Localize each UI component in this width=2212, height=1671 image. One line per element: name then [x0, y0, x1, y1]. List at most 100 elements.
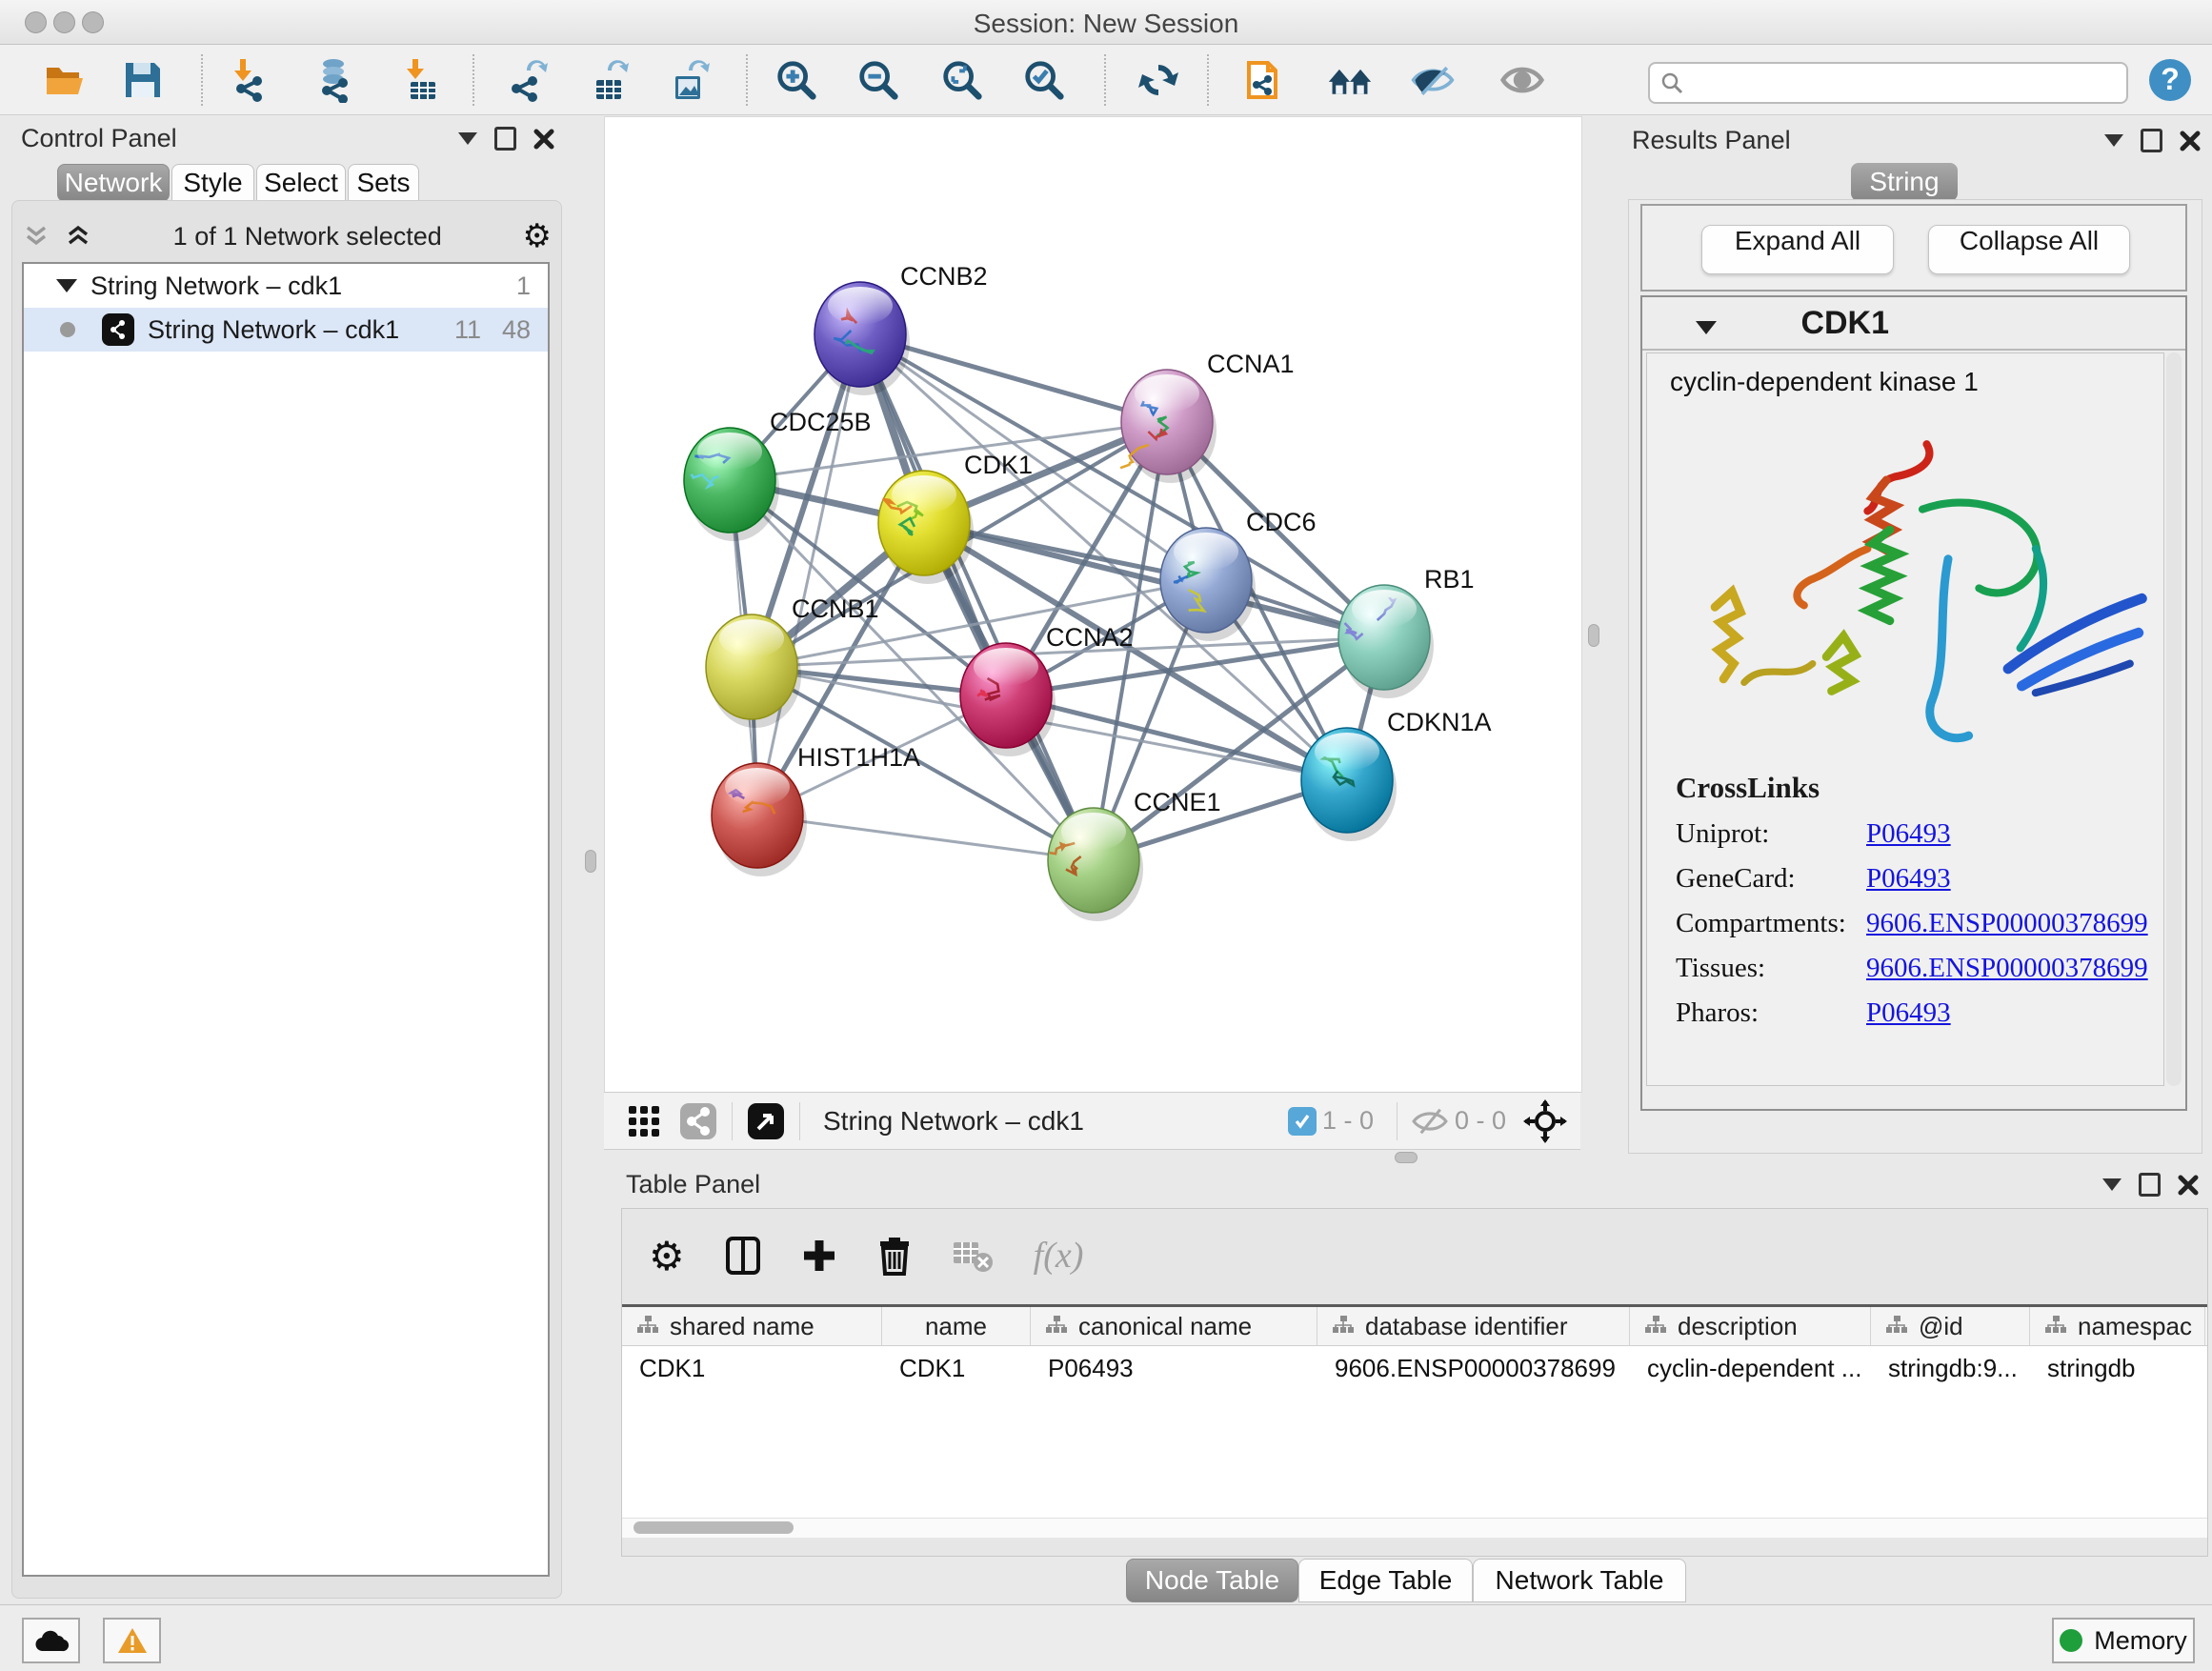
hidden-count: 0 - 0 [1455, 1106, 1506, 1136]
save-session-button[interactable] [120, 57, 166, 103]
cloud-status-button[interactable] [22, 1618, 80, 1663]
zoom-selected-button[interactable] [1021, 57, 1067, 103]
selected-checkbox-icon[interactable] [1288, 1107, 1317, 1136]
tab-select[interactable]: Select [256, 164, 346, 202]
import-network-from-file-button[interactable] [227, 57, 272, 103]
column-header-label: namespac [2078, 1312, 2192, 1341]
status-bar: Memory [0, 1604, 2212, 1671]
left-splitter-handle[interactable] [585, 850, 596, 873]
results-scrollbar[interactable] [2166, 352, 2182, 1086]
collapse-all-icon[interactable] [22, 222, 50, 251]
section-expand-icon[interactable] [1696, 321, 1717, 334]
application-window: Session: New Session [0, 0, 2212, 1671]
hidden-eye-icon[interactable] [1411, 1105, 1449, 1137]
panel-float-icon[interactable] [2141, 129, 2162, 152]
tree-expand-icon[interactable] [56, 279, 77, 292]
right-splitter-handle[interactable] [1588, 624, 1599, 647]
show-all-eye-icon[interactable] [1499, 57, 1545, 103]
panel-close-icon[interactable] [2180, 131, 2201, 151]
add-column-icon[interactable] [801, 1238, 837, 1274]
crosslink-link[interactable]: 9606.ENSP00000378699 [1866, 953, 2148, 984]
function-builder-icon[interactable]: f(x) [1034, 1235, 1084, 1277]
network-row[interactable]: String Network – cdk1 11 48 [24, 308, 548, 352]
collapse-all-button[interactable]: Collapse All [1928, 225, 2130, 274]
column-header-description[interactable]: description [1630, 1307, 1871, 1345]
network-share-icon[interactable] [678, 1101, 718, 1141]
panel-collapse-icon[interactable] [2104, 134, 2123, 147]
refresh-button[interactable] [1136, 57, 1181, 103]
crosslink-link[interactable]: 9606.ENSP00000378699 [1866, 908, 2148, 939]
network-options-gear-icon[interactable]: ⚙ [523, 217, 552, 255]
tab-string[interactable]: String [1851, 163, 1958, 201]
control-panel-title: Control Panel [21, 124, 177, 153]
zoom-out-button[interactable] [855, 57, 901, 103]
node-label-CDK1: CDK1 [964, 451, 1033, 479]
graph-node-RB1[interactable]: RB1 [1338, 565, 1475, 698]
hide-selected-eye-icon[interactable] [1410, 57, 1456, 103]
tab-edge-table[interactable]: Edge Table [1298, 1559, 1473, 1602]
network-tree: String Network – cdk1 1 String Network –… [22, 262, 550, 1577]
tab-sets[interactable]: Sets [348, 164, 419, 202]
open-in-new-window-icon[interactable] [746, 1101, 786, 1141]
graph-node-HIST1H1A[interactable]: HIST1H1A [712, 743, 920, 876]
graph-node-CDC6[interactable]: CDC6 [1160, 508, 1317, 641]
graph-node-CDK1[interactable]: CDK1 [878, 451, 1033, 584]
column-header--id[interactable]: @id [1871, 1307, 2030, 1345]
tab-style[interactable]: Style [171, 164, 254, 202]
column-header-database-identifier[interactable]: database identifier [1317, 1307, 1630, 1345]
graph-node-CCNE1[interactable]: CCNE1 [1048, 788, 1221, 921]
memory-button[interactable]: Memory [2052, 1618, 2195, 1663]
cloud-icon [34, 1628, 69, 1653]
warnings-button[interactable] [103, 1618, 161, 1663]
delete-table-icon[interactable] [952, 1238, 994, 1273]
export-table-button[interactable] [587, 57, 633, 103]
graph-node-CDKN1A[interactable]: CDKN1A [1301, 708, 1492, 841]
panel-collapse-icon[interactable] [2102, 1178, 2122, 1191]
share-document-button[interactable] [1241, 57, 1287, 103]
expand-all-button[interactable]: Expand All [1701, 225, 1894, 274]
panel-float-icon[interactable] [2139, 1173, 2161, 1197]
tab-node-table[interactable]: Node Table [1126, 1559, 1298, 1602]
open-session-button[interactable] [42, 57, 88, 103]
import-network-from-database-button[interactable] [312, 57, 358, 103]
tab-network[interactable]: Network [57, 164, 170, 202]
panel-close-icon[interactable] [533, 129, 554, 150]
grid-view-icon[interactable] [625, 1102, 663, 1140]
table-horizontal-scrollbar[interactable] [622, 1518, 2207, 1538]
panel-float-icon[interactable] [494, 127, 516, 151]
panel-collapse-icon[interactable] [458, 132, 477, 145]
column-header-shared-name[interactable]: shared name [622, 1307, 882, 1345]
table-row[interactable]: CDK1CDK1P064939606.ENSP00000378699cyclin… [622, 1346, 2207, 1390]
scrollbar-thumb[interactable] [633, 1521, 794, 1534]
crosslink-link[interactable]: P06493 [1866, 997, 1951, 1029]
search-input[interactable] [1692, 66, 2115, 98]
export-image-button[interactable] [666, 57, 712, 103]
zoom-in-button[interactable] [774, 57, 819, 103]
import-table-from-file-button[interactable] [399, 57, 445, 103]
birds-eye-crosshair-icon[interactable] [1523, 1099, 1567, 1143]
protein-structure-image [1657, 420, 2171, 763]
show-columns-icon[interactable] [725, 1236, 761, 1276]
zoom-fit-button[interactable] [939, 57, 985, 103]
table-settings-gear-icon[interactable]: ⚙ [649, 1233, 685, 1279]
export-network-button[interactable] [506, 57, 552, 103]
column-header-canonical-name[interactable]: canonical name [1031, 1307, 1317, 1345]
help-button[interactable]: ? [2147, 57, 2193, 103]
delete-column-trash-icon[interactable] [877, 1236, 912, 1276]
network-graph[interactable]: CCNB2CCNA1CDC25BCDK1CDC6RB1CCNB1CCNA2CDK… [604, 116, 1580, 1091]
column-header-namespac[interactable]: namespac [2030, 1307, 2205, 1345]
crosslink-link[interactable]: P06493 [1866, 863, 1951, 895]
home-button[interactable] [1327, 57, 1373, 103]
crosslink-link[interactable]: P06493 [1866, 818, 1951, 850]
expand-all-icon[interactable] [64, 222, 92, 251]
network-collection-row[interactable]: String Network – cdk1 1 [24, 264, 548, 308]
tab-network-table[interactable]: Network Table [1473, 1559, 1686, 1602]
toolbar-separator [1207, 54, 1209, 106]
column-header-name[interactable]: name [882, 1307, 1031, 1345]
gene-section-header[interactable]: CDK1 [1642, 297, 2185, 351]
network-status-dot [60, 322, 75, 337]
graph-node-CCNB2[interactable]: CCNB2 [814, 262, 988, 395]
horizontal-splitter-handle[interactable] [1395, 1152, 1418, 1163]
panel-close-icon[interactable] [2178, 1175, 2199, 1196]
column-header-label: name [925, 1312, 987, 1341]
